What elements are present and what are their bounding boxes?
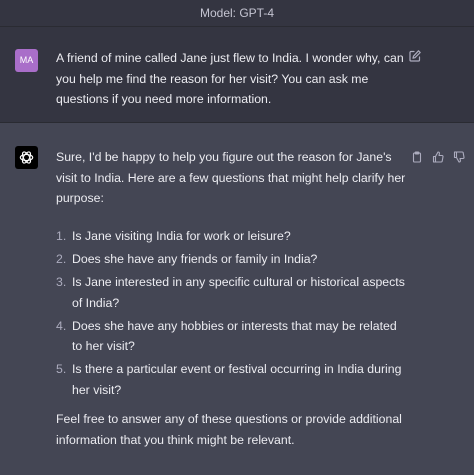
- thumbs-down-icon[interactable]: [453, 150, 465, 163]
- model-label: Model: GPT-4: [199, 6, 275, 20]
- edit-icon[interactable]: [408, 49, 422, 63]
- question-list: 1. Is Jane visiting India for work or le…: [56, 226, 406, 403]
- list-item-number: 4.: [56, 318, 67, 333]
- list-item: 4. Does she have any hobbies or interest…: [56, 316, 406, 357]
- thumbs-up-icon[interactable]: [432, 150, 444, 163]
- list-item-number: 3.: [56, 275, 67, 289]
- list-item-text: Is Jane interested in any specific cultu…: [72, 275, 405, 310]
- list-item-number: 5.: [56, 362, 67, 376]
- assistant-intro-text: Sure, I'd be happy to help you figure ou…: [56, 150, 406, 205]
- openai-logo-icon: [19, 151, 34, 164]
- list-item: 3. Is Jane interested in any specific cu…: [56, 272, 406, 313]
- model-header: Model: GPT-4: [0, 0, 474, 27]
- message-actions: [411, 150, 467, 164]
- list-item-text: Is there a particular event or festival …: [72, 362, 402, 397]
- list-item-text: Is Jane visiting India for work or leisu…: [72, 229, 291, 243]
- assistant-message: Sure, I'd be happy to help you figure ou…: [0, 123, 474, 475]
- user-message: MA A friend of mine called Jane just fle…: [0, 27, 474, 123]
- list-item-number: 1.: [56, 229, 67, 243]
- list-item: 2. Does she have any friends or family i…: [56, 249, 406, 270]
- list-item: 1. Is Jane visiting India for work or le…: [56, 226, 406, 247]
- list-item: 5. Is there a particular event or festiv…: [56, 359, 406, 400]
- user-avatar-initials: MA: [19, 55, 34, 65]
- user-avatar: MA: [15, 49, 38, 72]
- list-item-text: Does she have any friends or family in I…: [72, 252, 318, 266]
- list-item-number: 2.: [56, 252, 67, 266]
- assistant-outro-text: Feel free to answer any of these questio…: [56, 412, 402, 447]
- copy-icon[interactable]: [411, 150, 423, 163]
- list-item-text: Does she have any hobbies or interests t…: [72, 318, 397, 354]
- assistant-avatar: [15, 146, 38, 169]
- user-message-text: A friend of mine called Jane just flew t…: [56, 51, 404, 106]
